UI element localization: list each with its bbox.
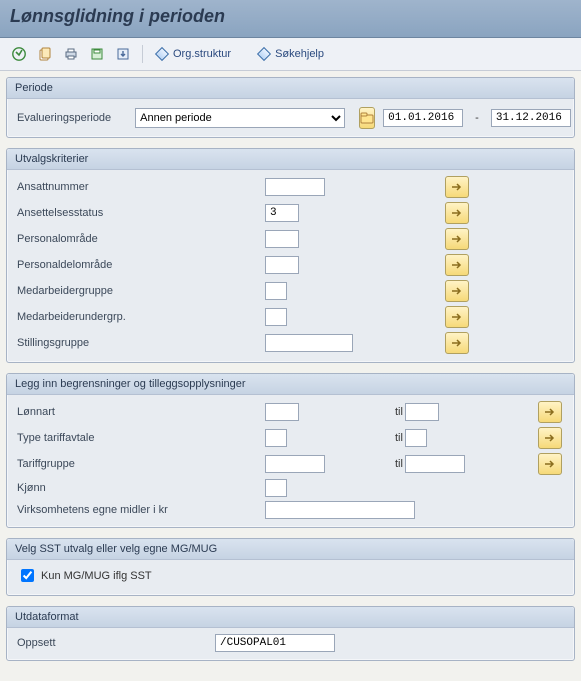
utdataformat-header: Utdataformat (7, 607, 574, 628)
utdataformat-group: Utdataformat Oppsett (6, 606, 575, 661)
tariffgruppe-to-input[interactable] (405, 455, 465, 473)
org-structure-button[interactable]: Org.struktur (151, 42, 237, 66)
tariffavtale-multi-button[interactable] (538, 427, 562, 449)
arrow-right-icon (451, 338, 463, 348)
virksomhet-label: Virksomhetens egne midler i kr (15, 504, 265, 516)
tariffgruppe-multi-button[interactable] (538, 453, 562, 475)
search-help-button[interactable]: Søkehjelp (253, 42, 330, 66)
ansettelsesstatus-multi-button[interactable] (445, 202, 469, 224)
medarbeidergruppe-input[interactable] (265, 282, 287, 300)
ansattnummer-multi-button[interactable] (445, 176, 469, 198)
arrow-right-icon (544, 407, 556, 417)
arrow-right-icon (451, 182, 463, 192)
tariffgruppe-til-label: til (335, 458, 405, 470)
diamond-icon (155, 47, 169, 61)
medarbeiderundergrp-multi-button[interactable] (445, 306, 469, 328)
arrow-right-icon (451, 234, 463, 244)
toolbar-separator (142, 45, 143, 63)
sst-group: Velg SST utvalg eller velg egne MG/MUG K… (6, 538, 575, 596)
periode-dash: - (471, 112, 483, 124)
tariffavtale-til-label: til (335, 432, 405, 444)
medarbeiderundergrp-label: Medarbeiderundergrp. (15, 311, 265, 323)
medarbeidergruppe-multi-button[interactable] (445, 280, 469, 302)
lonnart-to-input[interactable] (405, 403, 439, 421)
personalomrade-multi-button[interactable] (445, 228, 469, 250)
kun-mgmug-label: Kun MG/MUG iflg SST (41, 570, 152, 582)
medarbeidergruppe-label: Medarbeidergruppe (15, 285, 265, 297)
personaldelomrade-label: Personaldelområde (15, 259, 265, 271)
tariffavtale-to-input[interactable] (405, 429, 427, 447)
get-variant-button[interactable] (112, 43, 134, 65)
execute-button[interactable] (8, 43, 30, 65)
export-icon (38, 47, 52, 61)
ansettelsesstatus-input[interactable] (265, 204, 299, 222)
stillingsgruppe-multi-button[interactable] (445, 332, 469, 354)
evalueringsperiode-label: Evalueringsperiode (15, 112, 111, 124)
begrensninger-header: Legg inn begrensninger og tilleggsopplys… (7, 374, 574, 395)
arrow-right-icon (451, 208, 463, 218)
kun-mgmug-checkbox[interactable] (21, 569, 34, 582)
periode-header: Periode (7, 78, 574, 99)
print-icon (64, 47, 78, 61)
arrow-right-icon (451, 260, 463, 270)
stillingsgruppe-label: Stillingsgruppe (15, 337, 265, 349)
export-button[interactable] (34, 43, 56, 65)
personalomrade-label: Personalområde (15, 233, 265, 245)
lonnart-til-label: til (335, 406, 405, 418)
arrow-right-icon (544, 433, 556, 443)
oppsett-input[interactable] (215, 634, 335, 652)
personaldelomrade-input[interactable] (265, 256, 299, 274)
personaldelomrade-multi-button[interactable] (445, 254, 469, 276)
personalomrade-input[interactable] (265, 230, 299, 248)
stillingsgruppe-input[interactable] (265, 334, 353, 352)
utvalgskriterier-header: Utvalgskriterier (7, 149, 574, 170)
print-button[interactable] (60, 43, 82, 65)
tariffgruppe-label: Tariffgruppe (15, 458, 265, 470)
save-icon (90, 47, 104, 61)
ansettelsesstatus-label: Ansettelsesstatus (15, 207, 265, 219)
content-area: Periode Evalueringsperiode Annen periode… (0, 71, 581, 681)
arrow-right-icon (544, 459, 556, 469)
periode-to-input[interactable] (491, 109, 571, 127)
execute-icon (12, 47, 26, 61)
evalueringsperiode-select[interactable]: Annen periode (135, 108, 345, 128)
virksomhet-input[interactable] (265, 501, 415, 519)
save-variant-button[interactable] (86, 43, 108, 65)
folder-search-icon (360, 112, 374, 124)
search-help-label: Søkehjelp (275, 48, 324, 60)
get-variant-icon (116, 47, 130, 61)
medarbeiderundergrp-input[interactable] (265, 308, 287, 326)
ansattnummer-input[interactable] (265, 178, 325, 196)
oppsett-label: Oppsett (15, 637, 215, 649)
tariffavtale-label: Type tariffavtale (15, 432, 265, 444)
tariffavtale-from-input[interactable] (265, 429, 287, 447)
sst-header: Velg SST utvalg eller velg egne MG/MUG (7, 539, 574, 560)
periode-from-input[interactable] (383, 109, 463, 127)
kjonn-label: Kjønn (15, 482, 265, 494)
lonnart-multi-button[interactable] (538, 401, 562, 423)
arrow-right-icon (451, 286, 463, 296)
org-structure-label: Org.struktur (173, 48, 231, 60)
arrow-right-icon (451, 312, 463, 322)
kjonn-input[interactable] (265, 479, 287, 497)
lonnart-from-input[interactable] (265, 403, 299, 421)
periode-value-help-button[interactable] (359, 107, 375, 129)
lonnart-label: Lønnart (15, 406, 265, 418)
tariffgruppe-from-input[interactable] (265, 455, 325, 473)
utvalgskriterier-group: Utvalgskriterier Ansattnummer Ansettelse… (6, 148, 575, 363)
window-title: Lønnsglidning i perioden (0, 0, 581, 38)
ansattnummer-label: Ansattnummer (15, 181, 265, 193)
periode-group: Periode Evalueringsperiode Annen periode… (6, 77, 575, 138)
diamond-icon (257, 47, 271, 61)
application-toolbar: Org.struktur Søkehjelp (0, 38, 581, 71)
begrensninger-group: Legg inn begrensninger og tilleggsopplys… (6, 373, 575, 528)
